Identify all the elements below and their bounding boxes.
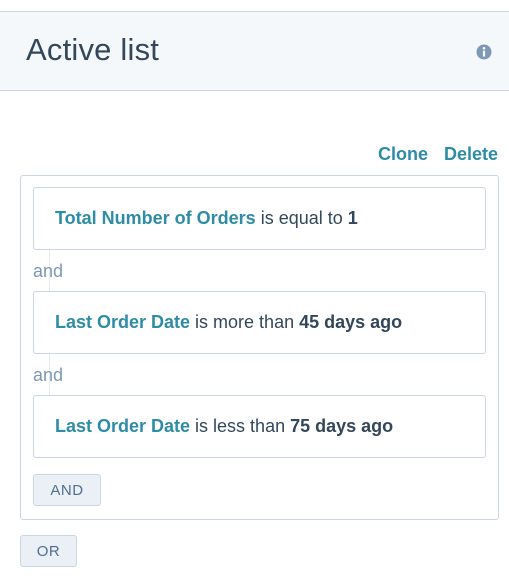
list-header: Active list	[0, 11, 509, 91]
filter-operator: is more than	[190, 312, 300, 332]
add-or-group-button[interactable]: OR	[20, 535, 77, 567]
filter-value: 1	[347, 208, 358, 228]
and-connector-label: and	[33, 365, 64, 385]
delete-link[interactable]: Delete	[444, 144, 498, 165]
filter-property: Last Order Date	[55, 416, 191, 436]
filter-property: Last Order Date	[55, 312, 191, 332]
filter-group: Total Number of Orders is equal to 1 and…	[20, 175, 499, 520]
list-actions: Clone Delete	[378, 144, 498, 165]
info-icon[interactable]	[476, 44, 492, 60]
filter-text: Total Number of Orders is equal to 1	[55, 208, 358, 229]
top-spacer	[0, 0, 509, 11]
filter-card[interactable]: Last Order Date is more than 45 days ago	[33, 291, 486, 354]
filter-property: Total Number of Orders	[55, 208, 256, 228]
page-title: Active list	[26, 32, 160, 67]
filter-card[interactable]: Total Number of Orders is equal to 1	[33, 187, 486, 250]
and-connector-label: and	[33, 261, 64, 281]
clone-link[interactable]: Clone	[378, 144, 428, 165]
filter-operator: is less than	[190, 416, 291, 436]
add-and-filter-button[interactable]: AND	[33, 474, 101, 506]
filter-text: Last Order Date is less than 75 days ago	[55, 416, 393, 437]
filter-card[interactable]: Last Order Date is less than 75 days ago	[33, 395, 486, 458]
filter-operator: is equal to	[255, 208, 348, 228]
filter-text: Last Order Date is more than 45 days ago	[55, 312, 402, 333]
filter-value: 45 days ago	[299, 312, 403, 332]
filter-value: 75 days ago	[290, 416, 394, 436]
